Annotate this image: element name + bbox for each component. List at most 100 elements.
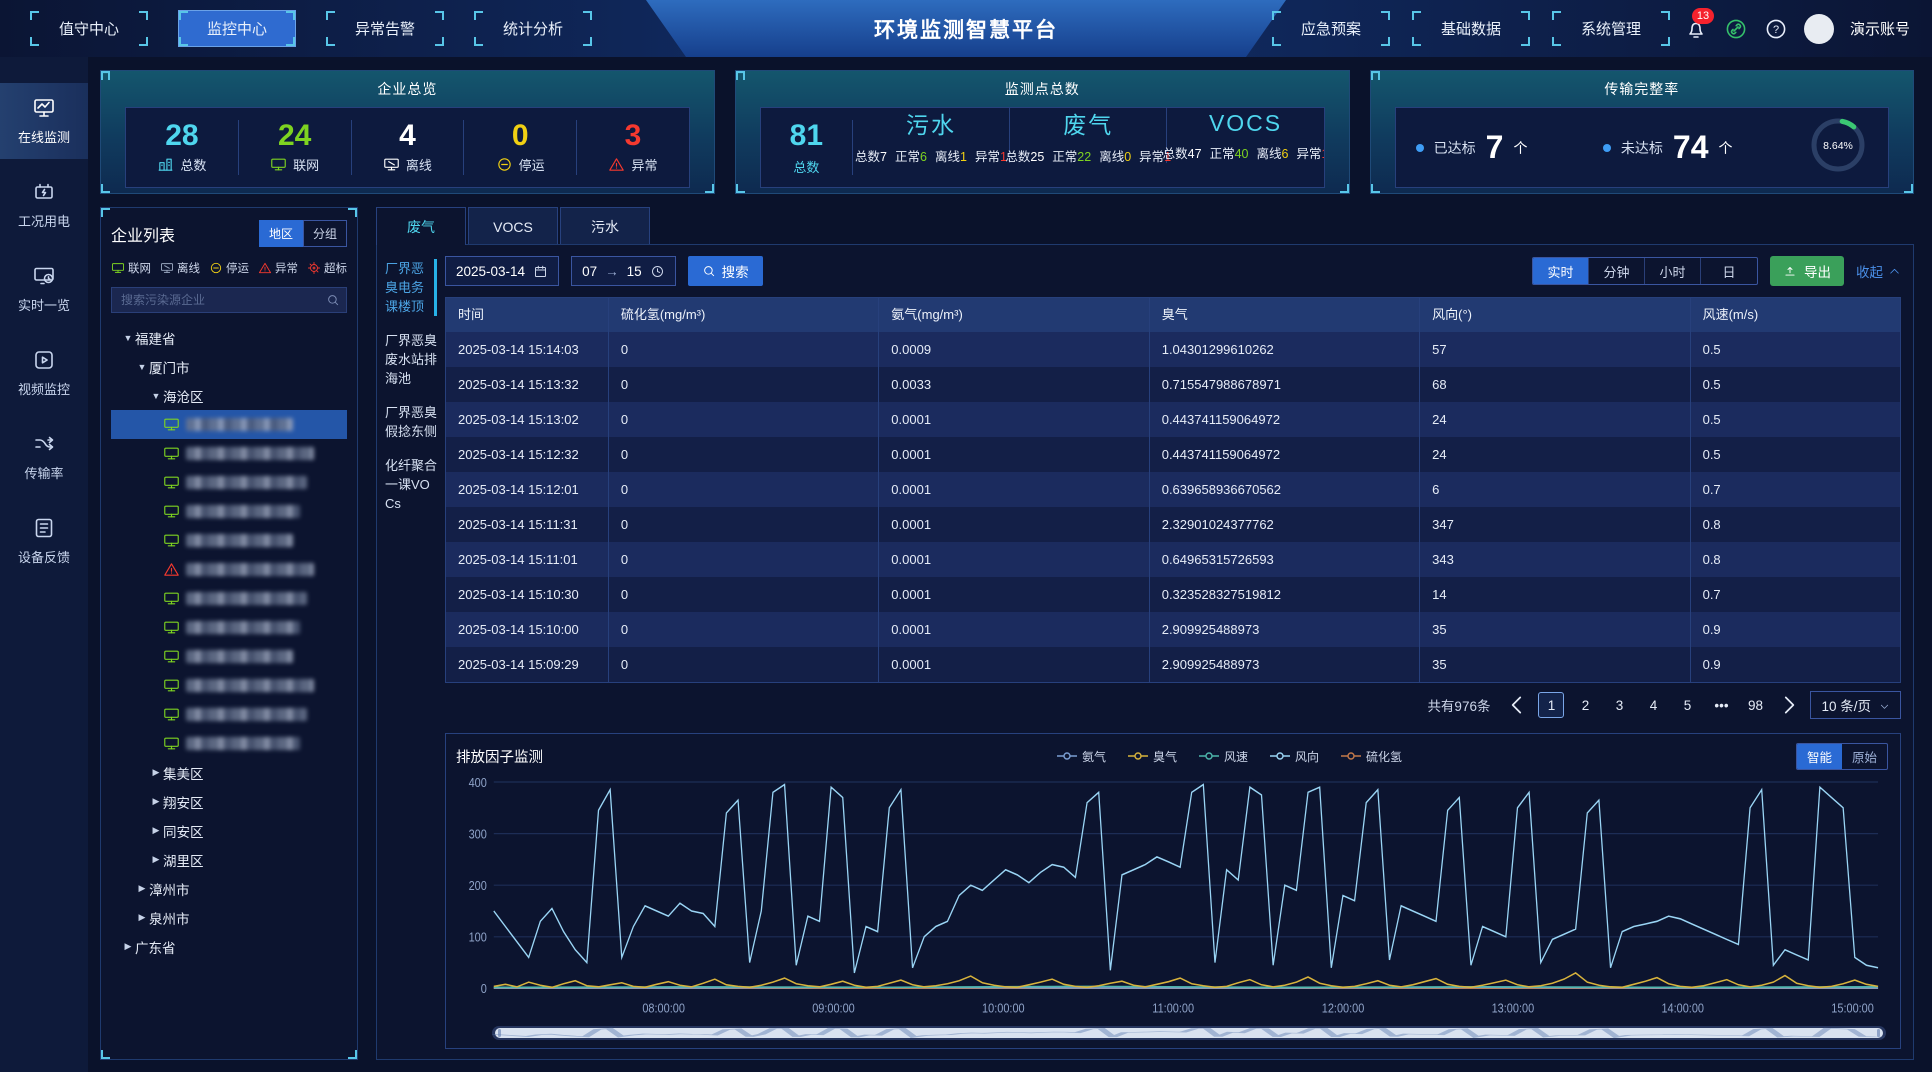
chevron-down-icon[interactable]: ▼	[121, 333, 135, 343]
table-row[interactable]: 2025-03-14 15:12:0100.00010.639658936670…	[446, 472, 1900, 507]
nav-item-1[interactable]: 基础数据	[1412, 11, 1530, 46]
sidebar-item-4[interactable]: 传输率	[0, 419, 88, 495]
table-row[interactable]: 2025-03-14 15:11:0100.00010.649653157265…	[446, 542, 1900, 577]
bell-icon[interactable]: 13	[1684, 17, 1708, 41]
sidebar-item-0[interactable]: 在线监测	[0, 83, 88, 159]
next-page-button[interactable]	[1776, 692, 1802, 718]
nav-item-0[interactable]: 应急预案	[1272, 11, 1390, 46]
chevron-right-icon[interactable]: ▶	[149, 796, 163, 807]
tree-region-厦门市[interactable]: ▼厦门市	[111, 352, 347, 381]
time-range-picker[interactable]: 07 → 15	[571, 256, 676, 286]
enterprise-tab-0[interactable]: 地区	[259, 220, 303, 247]
tree-company-item[interactable]	[111, 671, 347, 700]
tree-region-同安区[interactable]: ▶同安区	[111, 816, 347, 845]
interval-option-1[interactable]: 分钟	[1589, 258, 1645, 284]
monitor-point-3[interactable]: 化纤聚合一课VOCs	[385, 456, 437, 513]
legend-item-臭气[interactable]: 臭气	[1128, 748, 1177, 765]
pollutant-tab-0[interactable]: 废气	[376, 207, 466, 245]
enterprise-tab-1[interactable]: 分组	[303, 220, 347, 247]
sidebar-item-3[interactable]: 视频监控	[0, 335, 88, 411]
collapse-toggle[interactable]: 收起	[1856, 261, 1901, 281]
page-ellipsis[interactable]: •••	[1708, 692, 1734, 718]
page-button-98[interactable]: 98	[1742, 692, 1768, 718]
legend-item-风向[interactable]: 风向	[1270, 748, 1319, 765]
tree-company-item[interactable]	[111, 613, 347, 642]
tree-company-item[interactable]	[111, 700, 347, 729]
search-icon[interactable]	[326, 293, 340, 307]
tree-region-翔安区[interactable]: ▶翔安区	[111, 787, 347, 816]
page-button-5[interactable]: 5	[1674, 692, 1700, 718]
nav-item-0[interactable]: 值守中心	[30, 11, 148, 46]
status-filter-0[interactable]: 联网	[111, 260, 151, 276]
chevron-down-icon[interactable]: ▼	[135, 362, 149, 372]
table-row[interactable]: 2025-03-14 15:13:0200.00010.443741159064…	[446, 402, 1900, 437]
legend-item-硫化氢[interactable]: 硫化氢	[1341, 748, 1402, 765]
page-button-2[interactable]: 2	[1572, 692, 1598, 718]
sidebar-item-2[interactable]: 实时一览	[0, 251, 88, 327]
monitor-point-2[interactable]: 厂界恶臭假捻东侧	[385, 403, 437, 441]
prev-page-button[interactable]	[1504, 692, 1530, 718]
tree-region-泉州市[interactable]: ▶泉州市	[111, 903, 347, 932]
interval-option-3[interactable]: 日	[1701, 258, 1757, 284]
account-name[interactable]: 演示账号	[1850, 18, 1910, 39]
tree-region-福建省[interactable]: ▼福建省	[111, 323, 347, 352]
date-picker[interactable]: 2025-03-14	[445, 256, 559, 286]
nav-item-1[interactable]: 监控中心	[178, 10, 296, 47]
nav-item-2[interactable]: 异常告警	[326, 11, 444, 46]
tree-company-item[interactable]	[111, 729, 347, 758]
status-filter-3[interactable]: 异常	[258, 260, 298, 276]
tree-region-集美区[interactable]: ▶集美区	[111, 758, 347, 787]
legend-item-风速[interactable]: 风速	[1199, 748, 1248, 765]
status-filter-2[interactable]: 停运	[209, 260, 249, 276]
page-button-1[interactable]: 1	[1538, 692, 1564, 718]
tree-company-item[interactable]	[111, 497, 347, 526]
tree-company-item[interactable]	[111, 584, 347, 613]
pollutant-tab-1[interactable]: VOCS	[468, 207, 558, 245]
tree-region-漳州市[interactable]: ▶漳州市	[111, 874, 347, 903]
table-row[interactable]: 2025-03-14 15:11:3100.00012.329010243777…	[446, 507, 1900, 542]
monitor-point-0[interactable]: 厂界恶臭电务课楼顶	[385, 259, 437, 316]
chevron-right-icon[interactable]: ▶	[121, 941, 135, 952]
legend-item-氨气[interactable]: 氨气	[1057, 748, 1106, 765]
tree-region-广东省[interactable]: ▶广东省	[111, 932, 347, 961]
avatar[interactable]	[1804, 14, 1834, 44]
export-button[interactable]: 导出	[1770, 256, 1844, 286]
tree-company-item[interactable]	[111, 555, 347, 584]
pollutant-tab-2[interactable]: 污水	[560, 207, 650, 245]
page-button-4[interactable]: 4	[1640, 692, 1666, 718]
tree-company-item[interactable]	[111, 526, 347, 555]
table-row[interactable]: 2025-03-14 15:13:3200.00330.715547988678…	[446, 367, 1900, 402]
link-icon[interactable]	[1724, 17, 1748, 41]
nav-item-2[interactable]: 系统管理	[1552, 11, 1670, 46]
table-row[interactable]: 2025-03-14 15:12:3200.00010.443741159064…	[446, 437, 1900, 472]
table-row[interactable]: 2025-03-14 15:09:2900.00012.909925488973…	[446, 647, 1900, 682]
interval-option-0[interactable]: 实时	[1533, 258, 1589, 284]
sidebar-item-1[interactable]: 工况用电	[0, 167, 88, 243]
monitor-point-1[interactable]: 厂界恶臭废水站排海池	[385, 331, 437, 388]
sidebar-item-5[interactable]: 设备反馈	[0, 503, 88, 579]
chevron-right-icon[interactable]: ▶	[135, 883, 149, 894]
tree-company-item[interactable]	[111, 410, 347, 439]
interval-option-2[interactable]: 小时	[1645, 258, 1701, 284]
status-filter-1[interactable]: 离线	[160, 260, 200, 276]
chevron-right-icon[interactable]: ▶	[135, 912, 149, 923]
nav-item-3[interactable]: 统计分析	[474, 11, 592, 46]
tree-company-item[interactable]	[111, 468, 347, 497]
table-row[interactable]: 2025-03-14 15:10:0000.00012.909925488973…	[446, 612, 1900, 647]
enterprise-search-input[interactable]	[111, 287, 347, 313]
tree-company-item[interactable]	[111, 439, 347, 468]
chart-mode-0[interactable]: 智能	[1797, 744, 1842, 769]
chevron-down-icon[interactable]: ▼	[149, 391, 163, 401]
tree-region-海沧区[interactable]: ▼海沧区	[111, 381, 347, 410]
tree-region-湖里区[interactable]: ▶湖里区	[111, 845, 347, 874]
search-button[interactable]: 搜索	[688, 256, 763, 286]
help-icon[interactable]: ?	[1764, 17, 1788, 41]
chevron-right-icon[interactable]: ▶	[149, 854, 163, 865]
tree-company-item[interactable]	[111, 642, 347, 671]
table-row[interactable]: 2025-03-14 15:14:0300.00091.043012996102…	[446, 332, 1900, 367]
chart-scrollbar[interactable]	[492, 1026, 1886, 1040]
page-button-3[interactable]: 3	[1606, 692, 1632, 718]
chevron-right-icon[interactable]: ▶	[149, 767, 163, 778]
page-size-select[interactable]: 10 条/页	[1810, 691, 1901, 719]
chevron-right-icon[interactable]: ▶	[149, 825, 163, 836]
